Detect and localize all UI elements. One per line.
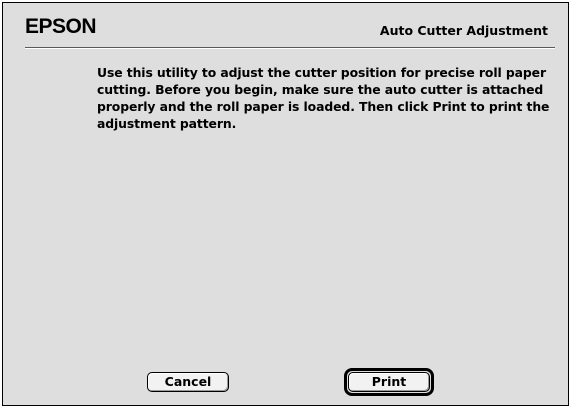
header-divider [25,47,555,49]
dialog-window: EPSON Auto Cutter Adjustment Use this ut… [2,2,569,406]
cancel-button[interactable]: Cancel [147,372,229,392]
dialog-header: EPSON Auto Cutter Adjustment [3,3,568,49]
print-button[interactable]: Print [348,372,430,392]
instructions-text: Use this utility to adjust the cutter po… [97,65,550,131]
brand-logo: EPSON [25,15,97,38]
dialog-title: Auto Cutter Adjustment [379,23,548,38]
